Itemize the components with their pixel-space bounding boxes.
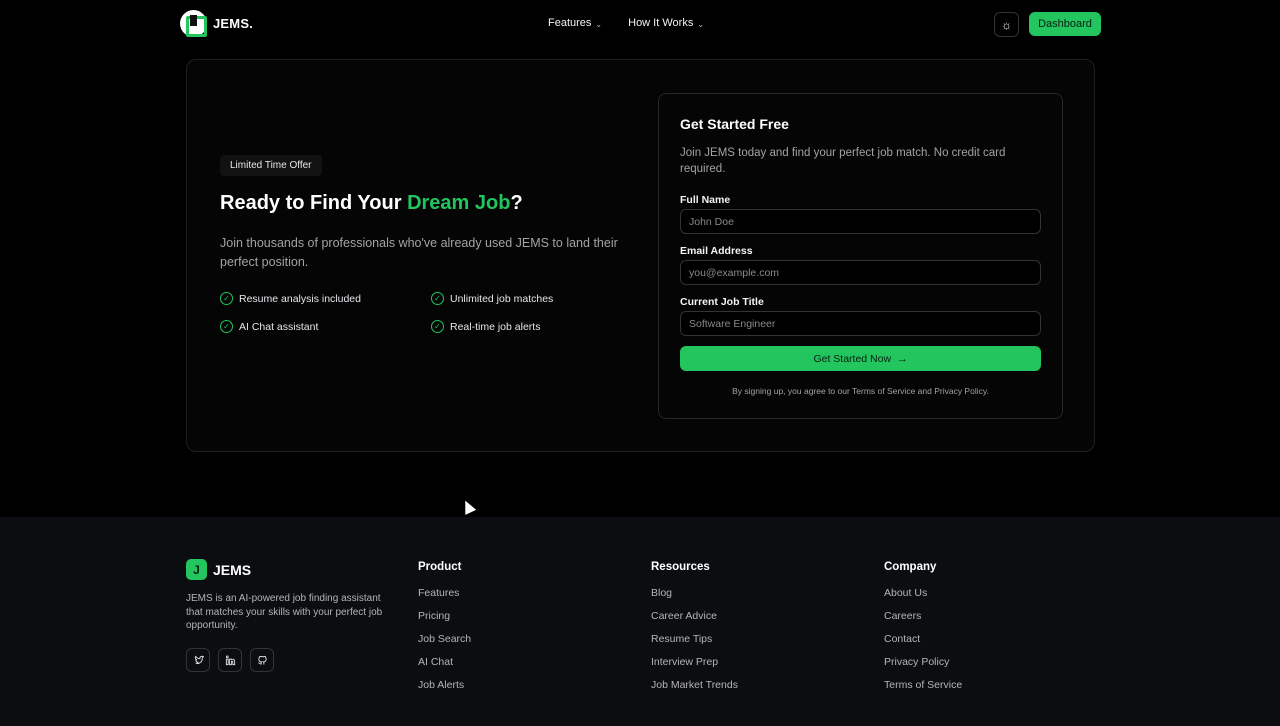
footer-description: JEMS is an AI-powered job finding assist… (186, 593, 383, 631)
hero-subtitle: Join thousands of professionals who've a… (220, 236, 618, 269)
footer-brand-text: JEMS (213, 561, 252, 578)
form-title: Get Started Free (680, 116, 789, 132)
nav-menu: Features ⌄ How It Works ⌄ (548, 17, 704, 29)
footer-link-job-alerts[interactable]: Job Alerts (418, 679, 471, 691)
github-button[interactable] (250, 648, 274, 672)
linkedin-icon (225, 654, 235, 665)
footer-link-ai-chat[interactable]: AI Chat (418, 656, 471, 668)
footer-link-features[interactable]: Features (418, 587, 471, 599)
email-input[interactable] (680, 260, 1041, 285)
logo[interactable]: JEMS. (180, 10, 253, 37)
mouse-cursor (459, 498, 477, 515)
footer-col-title: Product (418, 561, 462, 573)
feature-label: Unlimited job matches (450, 292, 554, 305)
footer-link-about-us[interactable]: About Us (884, 587, 962, 599)
check-circle-icon: ✓ (431, 292, 444, 305)
cta-section: Limited Time Offer Ready to Find Your Dr… (186, 59, 1095, 452)
footer-logo-icon: J (186, 559, 207, 580)
chevron-down-icon: ⌄ (595, 19, 603, 29)
feature-list: ✓ Resume analysis included ✓ Unlimited j… (220, 292, 620, 333)
footer-link-privacy-policy[interactable]: Privacy Policy (884, 656, 962, 668)
footer-link-job-search[interactable]: Job Search (418, 633, 471, 645)
chevron-down-icon: ⌄ (697, 19, 705, 29)
feature-item: ✓ AI Chat assistant (220, 320, 431, 333)
footer-link-interview-prep[interactable]: Interview Prep (651, 656, 738, 668)
feature-item: ✓ Unlimited job matches (431, 292, 611, 305)
full-name-input[interactable] (680, 209, 1041, 234)
footer-link-career-advice[interactable]: Career Advice (651, 610, 738, 622)
footer-brand[interactable]: J JEMS (186, 559, 251, 580)
form-description: Join JEMS today and find your perfect jo… (680, 147, 1006, 175)
hero-title-post: ? (510, 192, 523, 214)
hero-title: Ready to Find Your Dream Job? (220, 192, 523, 215)
full-name-label: Full Name (680, 194, 731, 206)
linkedin-button[interactable] (218, 648, 242, 672)
arrow-right-icon: → (897, 352, 908, 365)
footer-col-product: Product Features Pricing Job Search AI C… (418, 561, 471, 702)
signup-form: Get Started Free Join JEMS today and fin… (658, 93, 1063, 419)
github-icon (257, 655, 267, 665)
hero-title-accent: Dream Job (407, 192, 511, 214)
email-label: Email Address (680, 245, 753, 257)
feature-label: AI Chat assistant (239, 320, 319, 333)
check-circle-icon: ✓ (220, 292, 233, 305)
twitter-button[interactable] (186, 648, 210, 672)
theme-toggle-button[interactable]: ☼ (994, 12, 1019, 37)
footer-link-blog[interactable]: Blog (651, 587, 738, 599)
feature-label: Real-time job alerts (450, 320, 541, 333)
logo-text: JEMS. (213, 16, 254, 31)
footer-link-pricing[interactable]: Pricing (418, 610, 471, 622)
footer-link-job-market-trends[interactable]: Job Market Trends (651, 679, 738, 691)
feature-item: ✓ Real-time job alerts (431, 320, 611, 333)
social-links (186, 648, 274, 672)
top-navbar: JEMS. Features ⌄ How It Works ⌄ ☼ Dashbo… (0, 0, 1280, 48)
nav-how-it-works[interactable]: How It Works ⌄ (628, 17, 704, 29)
footer-link-terms-of-service[interactable]: Terms of Service (884, 679, 962, 691)
nav-features-label: Features (548, 17, 592, 29)
footer: J JEMS JEMS is an AI-powered job finding… (0, 517, 1280, 726)
footer-link-careers[interactable]: Careers (884, 610, 962, 622)
sun-icon: ☼ (1001, 17, 1012, 32)
get-started-label: Get Started Now (813, 352, 892, 365)
terms-text: By signing up, you agree to our Terms of… (732, 386, 989, 396)
footer-col-title: Company (884, 561, 937, 573)
job-title-label: Current Job Title (680, 296, 764, 308)
logo-icon (180, 10, 207, 37)
job-title-input[interactable] (680, 311, 1041, 336)
footer-col-company: Company About Us Careers Contact Privacy… (884, 561, 962, 702)
check-circle-icon: ✓ (220, 320, 233, 333)
dashboard-button[interactable]: Dashboard (1029, 12, 1101, 36)
nav-how-it-works-label: How It Works (628, 17, 694, 29)
footer-link-contact[interactable]: Contact (884, 633, 962, 645)
footer-col-resources: Resources Blog Career Advice Resume Tips… (651, 561, 738, 702)
footer-link-resume-tips[interactable]: Resume Tips (651, 633, 738, 645)
feature-label: Resume analysis included (239, 292, 361, 305)
twitter-icon (194, 655, 204, 664)
feature-item: ✓ Resume analysis included (220, 292, 431, 305)
get-started-button[interactable]: Get Started Now → (680, 346, 1041, 371)
limited-offer-badge: Limited Time Offer (220, 155, 322, 176)
nav-features[interactable]: Features ⌄ (548, 17, 602, 29)
hero-title-pre: Ready to Find Your (220, 192, 408, 214)
check-circle-icon: ✓ (431, 320, 444, 333)
footer-col-title: Resources (651, 561, 710, 573)
